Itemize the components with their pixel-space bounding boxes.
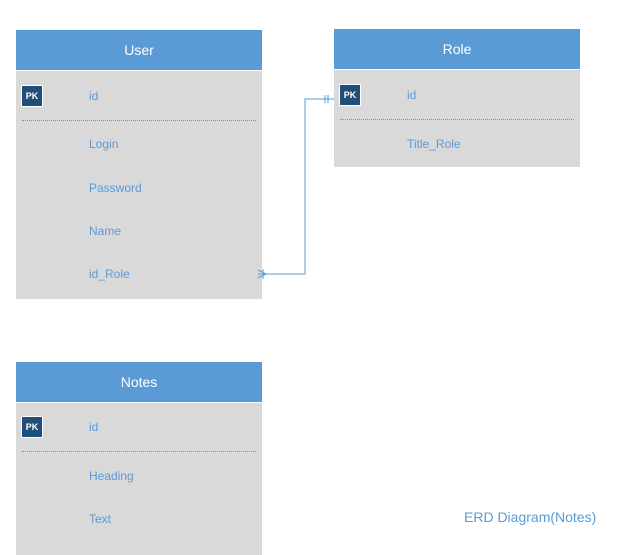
notes-field-heading: Heading [89, 469, 134, 483]
one-only-one-marker [324, 95, 329, 103]
notes-field-text: Text [89, 512, 112, 526]
user-field-name: Name [89, 224, 122, 238]
user-pk-divider [22, 120, 256, 121]
role-pk-divider [340, 119, 574, 120]
role-entity-title: Role [334, 29, 580, 70]
user-field-login: Login [89, 137, 119, 151]
notes-pk-badge: PK [21, 416, 43, 438]
role-field-id: id [407, 88, 417, 102]
user-entity-title: User [16, 30, 262, 71]
notes-pk-divider [22, 451, 256, 452]
user-field-password: Password [89, 181, 142, 195]
notes-entity-title: Notes [16, 362, 262, 403]
role-field-title-role: Title_Role [407, 137, 461, 151]
role-pk-badge: PK [339, 84, 361, 106]
user-field-id: id [89, 89, 99, 103]
user-pk-badge: PK [21, 85, 43, 107]
notes-entity: Notes PK id Heading Text [16, 362, 262, 555]
role-entity: Role PK id Title_Role [334, 29, 580, 167]
user-entity: User PK id Login Password Name id_Role [16, 30, 262, 299]
relationship-line [258, 98, 334, 275]
user-field-id-role: id_Role [89, 267, 130, 281]
diagram-caption: ERD Diagram(Notes) [464, 509, 597, 525]
notes-field-id: id [89, 420, 99, 434]
